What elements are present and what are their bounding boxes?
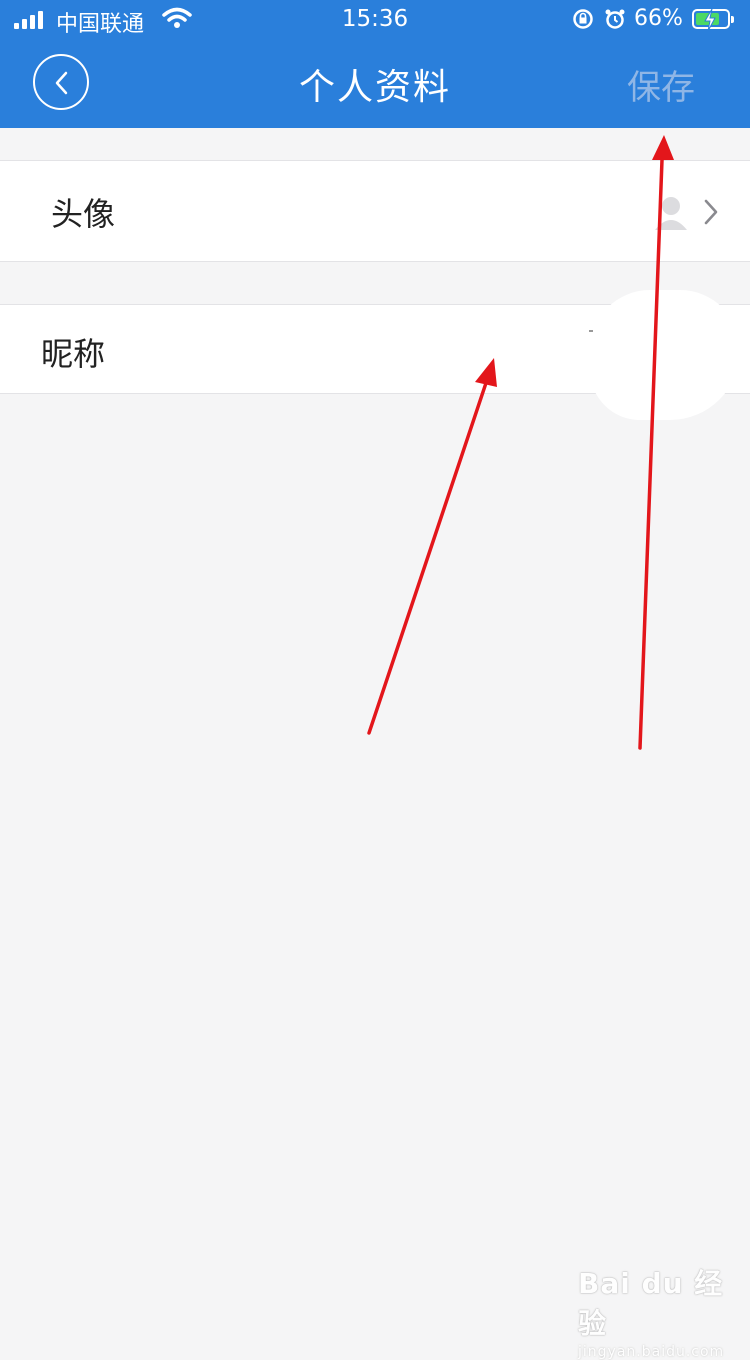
annotation-arrow-save (638, 135, 674, 750)
baidu-jingyan-watermark: Bai du 经验 jingyan.baidu.com (578, 1262, 750, 1360)
annotation-arrows (367, 135, 674, 750)
annotation-arrow-nickname (367, 358, 497, 735)
watermark-url: jingyan.baidu.com (578, 1344, 725, 1360)
watermark-brand: Bai du 经验 (578, 1267, 724, 1340)
